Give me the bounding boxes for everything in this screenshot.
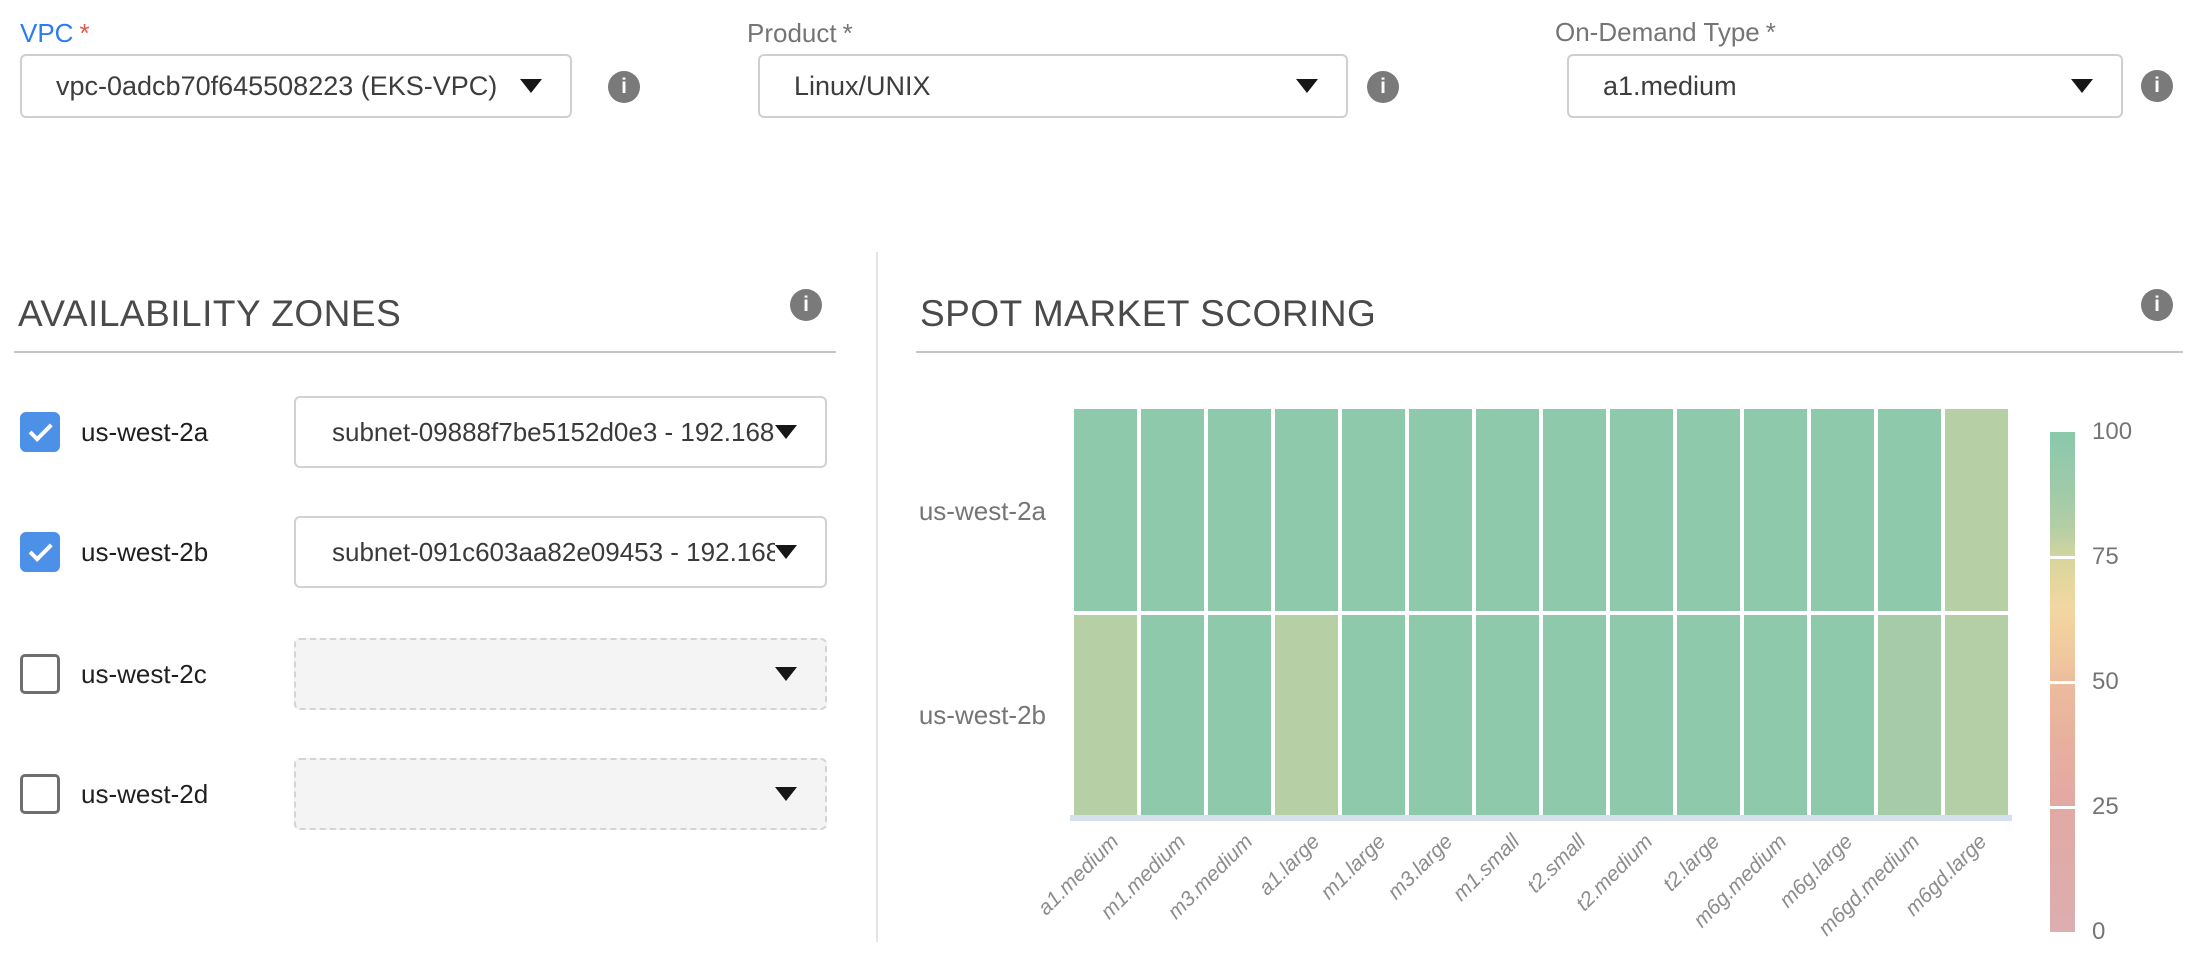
colorbar-tick-label: 100	[2092, 417, 2132, 447]
on-demand-type-info-icon[interactable]: i	[2141, 70, 2173, 102]
heatmap-column-label: m3.large	[1383, 830, 1458, 905]
heatmap-cell-us-west-2b-m1.large	[1342, 615, 1405, 817]
product-info-icon[interactable]: i	[1367, 71, 1399, 103]
heatmap-cell-us-west-2a-t2.small	[1543, 409, 1606, 611]
az-zone-label: us-west-2a	[81, 396, 208, 468]
required-asterisk: *	[1766, 17, 1776, 47]
caret-down-icon	[1296, 79, 1318, 93]
heatmap-cell-us-west-2b-m6gd.large	[1945, 615, 2008, 817]
heatmap-cell-us-west-2b-m6g.medium	[1744, 615, 1807, 817]
availability-zones-rule	[14, 351, 836, 353]
heatmap-cell-us-west-2b-m3.medium	[1208, 615, 1271, 817]
spot-market-scoring-title: SPOT MARKET SCORING	[920, 293, 1376, 335]
heatmap-cell-us-west-2a-m6gd.medium	[1878, 409, 1941, 611]
heatmap-cell-us-west-2b-t2.medium	[1610, 615, 1673, 817]
heatmap-cell-us-west-2a-m1.small	[1476, 409, 1539, 611]
az-zone-label: us-west-2d	[81, 758, 208, 830]
heatmap-x-axis-line	[1070, 815, 2012, 821]
heatmap-cell-us-west-2b-t2.small	[1543, 615, 1606, 817]
az-subnet-select-us-west-2d[interactable]	[294, 758, 827, 830]
heatmap-column-label: t2.small	[1523, 830, 1591, 898]
az-subnet-value: subnet-09888f7be5152d0e3 - 192.168…	[296, 417, 775, 448]
az-checkbox-us-west-2d[interactable]	[20, 774, 60, 814]
heatmap-cell-us-west-2a-m6g.large	[1811, 409, 1874, 611]
az-checkbox-us-west-2c[interactable]	[20, 654, 60, 694]
heatmap-cell-us-west-2a-m3.medium	[1208, 409, 1271, 611]
az-subnet-value: subnet-091c603aa82e09453 - 192.168…	[296, 537, 775, 568]
caret-down-icon	[520, 79, 542, 93]
heatmap-cell-us-west-2a-t2.large	[1677, 409, 1740, 611]
caret-down-icon	[2071, 79, 2093, 93]
az-row-us-west-2c: us-west-2c	[0, 638, 860, 710]
spot-score-heatmap	[1074, 409, 2008, 816]
check-icon	[29, 538, 53, 562]
on-demand-type-select-value: a1.medium	[1569, 71, 2071, 102]
on-demand-type-label: On-Demand Type*	[1555, 17, 1776, 48]
heatmap-row-label: us-west-2b	[856, 699, 1046, 731]
az-row-us-west-2d: us-west-2d	[0, 758, 860, 830]
heatmap-column-label: m1.large	[1316, 830, 1391, 905]
heatmap-cell-us-west-2b-t2.large	[1677, 615, 1740, 817]
heatmap-row-label: us-west-2a	[856, 495, 1046, 527]
az-checkbox-us-west-2b[interactable]	[20, 532, 60, 572]
heatmap-cell-us-west-2b-m1.medium	[1141, 615, 1204, 817]
colorbar-tick-label: 50	[2092, 667, 2119, 697]
caret-down-icon	[775, 425, 797, 439]
az-subnet-select-us-west-2b[interactable]: subnet-091c603aa82e09453 - 192.168…	[294, 516, 827, 588]
caret-down-icon	[775, 545, 797, 559]
az-subnet-select-us-west-2c[interactable]	[294, 638, 827, 710]
required-asterisk: *	[79, 18, 89, 48]
product-label: Product*	[747, 18, 853, 49]
heatmap-cell-us-west-2a-m6gd.large	[1945, 409, 2008, 611]
az-zone-label: us-west-2b	[81, 516, 208, 588]
page: { "filters": { "vpc": { "label": "VPC", …	[0, 0, 2196, 964]
heatmap-cell-us-west-2a-t2.medium	[1610, 409, 1673, 611]
colorbar-tick-label: 75	[2092, 542, 2119, 572]
az-zone-label: us-west-2c	[81, 638, 207, 710]
caret-down-icon	[775, 667, 797, 681]
colorbar-separator	[2050, 681, 2075, 684]
vpc-label: VPC*	[20, 18, 90, 49]
heatmap-column-label: a1.large	[1254, 830, 1325, 901]
heatmap-cell-us-west-2a-m6g.medium	[1744, 409, 1807, 611]
az-row-us-west-2b: us-west-2b subnet-091c603aa82e09453 - 192…	[0, 516, 860, 588]
section-divider	[876, 252, 878, 942]
colorbar-separator	[2050, 806, 2075, 809]
colorbar-tick-label: 25	[2092, 792, 2119, 822]
heatmap-cell-us-west-2a-m1.medium	[1141, 409, 1204, 611]
product-select-value: Linux/UNIX	[760, 71, 1296, 102]
required-asterisk: *	[843, 18, 853, 48]
heatmap-cell-us-west-2a-a1.medium	[1074, 409, 1137, 611]
heatmap-column-label: m1.small	[1448, 830, 1524, 906]
vpc-select[interactable]: vpc-0adcb70f645508223 (EKS-VPC)	[20, 54, 572, 118]
colorbar-separator	[2050, 556, 2075, 559]
heatmap-cell-us-west-2b-a1.medium	[1074, 615, 1137, 817]
heatmap-cell-us-west-2b-m6g.large	[1811, 615, 1874, 817]
heatmap-cell-us-west-2b-m6gd.medium	[1878, 615, 1941, 817]
heatmap-column-label: t2.large	[1658, 830, 1725, 897]
heatmap-cell-us-west-2b-a1.large	[1275, 615, 1338, 817]
heatmap-cell-us-west-2b-m3.large	[1409, 615, 1472, 817]
availability-zones-info-icon[interactable]: i	[790, 289, 822, 321]
heatmap-cell-us-west-2a-m3.large	[1409, 409, 1472, 611]
heatmap-cell-us-west-2a-m1.large	[1342, 409, 1405, 611]
product-select[interactable]: Linux/UNIX	[758, 54, 1348, 118]
caret-down-icon	[775, 787, 797, 801]
availability-zones-title: AVAILABILITY ZONES	[18, 293, 401, 335]
heatmap-cell-us-west-2b-m1.small	[1476, 615, 1539, 817]
spot-market-scoring-info-icon[interactable]: i	[2141, 289, 2173, 321]
check-icon	[29, 418, 53, 442]
vpc-info-icon[interactable]: i	[608, 71, 640, 103]
az-checkbox-us-west-2a[interactable]	[20, 412, 60, 452]
spot-market-scoring-rule	[916, 351, 2183, 353]
az-row-us-west-2a: us-west-2a subnet-09888f7be5152d0e3 - 192…	[0, 396, 860, 468]
colorbar-tick-label: 0	[2092, 917, 2105, 947]
vpc-select-value: vpc-0adcb70f645508223 (EKS-VPC)	[22, 71, 520, 102]
az-subnet-select-us-west-2a[interactable]: subnet-09888f7be5152d0e3 - 192.168…	[294, 396, 827, 468]
on-demand-type-select[interactable]: a1.medium	[1567, 54, 2123, 118]
heatmap-cell-us-west-2a-a1.large	[1275, 409, 1338, 611]
